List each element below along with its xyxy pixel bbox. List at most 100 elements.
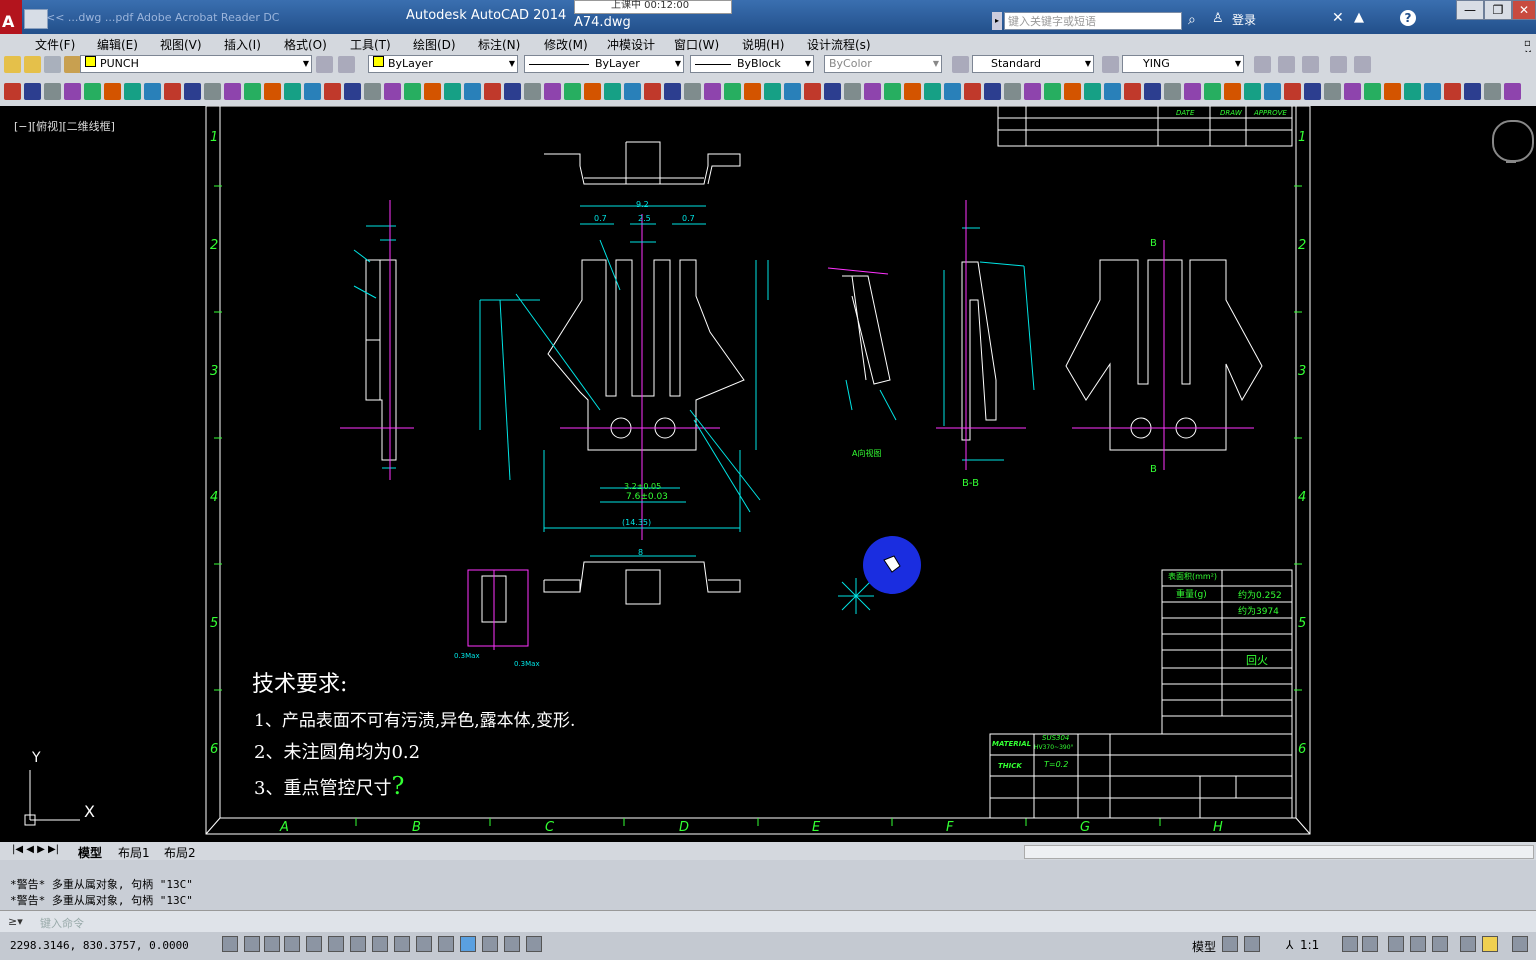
- quick-view-drawings-icon[interactable]: [1244, 936, 1260, 952]
- layer-previous-icon[interactable]: [338, 56, 355, 73]
- menu-window[interactable]: 窗口(W): [674, 36, 719, 53]
- snap-icon[interactable]: [244, 936, 260, 952]
- tab-model[interactable]: 模型: [78, 844, 102, 861]
- toolbar-tool-icon[interactable]: [1344, 83, 1361, 100]
- toolbar-tool-icon[interactable]: [364, 83, 381, 100]
- toolbar-tool-icon[interactable]: [904, 83, 921, 100]
- toolbar-tool-icon[interactable]: [204, 83, 221, 100]
- ducs-icon[interactable]: [394, 936, 410, 952]
- toolbar-tool-icon[interactable]: [684, 83, 701, 100]
- close-button[interactable]: ✕: [1512, 0, 1536, 20]
- otrack-icon[interactable]: [372, 936, 388, 952]
- auto-scale-icon[interactable]: [1362, 936, 1378, 952]
- lineweight-icon[interactable]: [438, 936, 454, 952]
- toolbar-tool-icon[interactable]: [144, 83, 161, 100]
- toolbar-tool-icon[interactable]: [664, 83, 681, 100]
- toolbar-tool-icon[interactable]: [804, 83, 821, 100]
- multileader-style-icon[interactable]: [1278, 56, 1295, 73]
- lineweight-dropdown[interactable]: ByBlock ▼: [690, 55, 814, 73]
- toolbar-tool-icon[interactable]: [1244, 83, 1261, 100]
- tab-nav-arrows-icon[interactable]: |◀ ◀ ▶ ▶|: [12, 844, 59, 855]
- dim-style-icon[interactable]: [1102, 56, 1119, 73]
- toolbar-tool-icon[interactable]: [624, 83, 641, 100]
- navbar-handle[interactable]: [1506, 160, 1516, 163]
- text-style-icon[interactable]: [952, 56, 969, 73]
- toolbar-tool-icon[interactable]: [1184, 83, 1201, 100]
- toolbar-tool-icon[interactable]: [544, 83, 561, 100]
- exchange-icon[interactable]: ✕: [1332, 10, 1344, 26]
- annotation-visibility-icon[interactable]: [1342, 936, 1358, 952]
- toolbar-tool-icon[interactable]: [64, 83, 81, 100]
- menu-modify[interactable]: 修改(M): [544, 36, 588, 53]
- toolbar-tool-icon[interactable]: [864, 83, 881, 100]
- quick-access-dropdown[interactable]: [24, 9, 48, 29]
- toolbar-tool-icon[interactable]: [1384, 83, 1401, 100]
- menu-draw[interactable]: 绘图(D): [413, 36, 456, 53]
- toolbar-tool-icon[interactable]: [1484, 83, 1501, 100]
- toolbar-tool-icon[interactable]: [604, 83, 621, 100]
- a360-icon[interactable]: ▲: [1354, 10, 1364, 25]
- toolbar-tool-icon[interactable]: [244, 83, 261, 100]
- lightbulb-status-icon[interactable]: [1482, 936, 1498, 952]
- toolbar-tool-icon[interactable]: [644, 83, 661, 100]
- search-input[interactable]: 键入关键字或短语: [1004, 12, 1182, 30]
- color-dropdown[interactable]: ByLayer ▼: [368, 55, 518, 73]
- dim-style-dropdown[interactable]: YING ▼: [1122, 55, 1244, 73]
- drawing-canvas[interactable]: [−][俯视][二维线框] A B C D E F G H 1 2 3 4 5 …: [0, 106, 1536, 842]
- hardware-acceleration-icon[interactable]: [1432, 936, 1448, 952]
- command-input[interactable]: ≥▾ 键入命令: [0, 910, 1536, 933]
- menu-tools[interactable]: 工具(T): [350, 36, 391, 53]
- isolate-objects-icon[interactable]: [1460, 936, 1476, 952]
- quick-properties-icon[interactable]: [482, 936, 498, 952]
- lightbulb-icon[interactable]: [4, 56, 21, 73]
- toolbar-tool-icon[interactable]: [764, 83, 781, 100]
- toolbar-tool-icon[interactable]: [1504, 83, 1521, 100]
- toolbar-tool-icon[interactable]: [1284, 83, 1301, 100]
- search-expand-icon[interactable]: ▸: [992, 12, 1002, 30]
- toolbar-tool-icon[interactable]: [104, 83, 121, 100]
- dyn-icon[interactable]: [416, 936, 432, 952]
- align-leader-icon[interactable]: [1330, 56, 1347, 73]
- toolbar-tool-icon[interactable]: [1364, 83, 1381, 100]
- toolbar-tool-icon[interactable]: [744, 83, 761, 100]
- multileader-icon[interactable]: [1302, 56, 1319, 73]
- toolbar-tool-icon[interactable]: [264, 83, 281, 100]
- toolbar-tool-icon[interactable]: [384, 83, 401, 100]
- toolbar-tool-icon[interactable]: [1404, 83, 1421, 100]
- menu-format[interactable]: 格式(O): [284, 36, 327, 53]
- toolbar-tool-icon[interactable]: [484, 83, 501, 100]
- clean-screen-icon[interactable]: [1512, 936, 1528, 952]
- freeze-icon[interactable]: [44, 56, 61, 73]
- toolbar-tool-icon[interactable]: [24, 83, 41, 100]
- restore-button[interactable]: ❐: [1484, 0, 1512, 20]
- toolbar-tool-icon[interactable]: [564, 83, 581, 100]
- toolbar-tool-icon[interactable]: [1204, 83, 1221, 100]
- menu-dimension[interactable]: 标注(N): [478, 36, 520, 53]
- toolbar-tool-icon[interactable]: [304, 83, 321, 100]
- toolbar-tool-icon[interactable]: [1104, 83, 1121, 100]
- osnap-icon[interactable]: [328, 936, 344, 952]
- menu-view[interactable]: 视图(V): [160, 36, 202, 53]
- toolbar-tool-icon[interactable]: [784, 83, 801, 100]
- workspace-switch-icon[interactable]: [1388, 936, 1404, 952]
- toolbar-tool-icon[interactable]: [1424, 83, 1441, 100]
- grid-icon[interactable]: [264, 936, 280, 952]
- menu-insert[interactable]: 插入(I): [224, 36, 261, 53]
- menu-die-design[interactable]: 冲模设计: [607, 36, 655, 53]
- toolbar-tool-icon[interactable]: [184, 83, 201, 100]
- selection-cycling-icon[interactable]: [504, 936, 520, 952]
- tab-layout1[interactable]: 布局1: [118, 844, 150, 861]
- toolbar-tool-icon[interactable]: [4, 83, 21, 100]
- help-icon[interactable]: ?: [1400, 10, 1416, 26]
- toolbar-tool-icon[interactable]: [1164, 83, 1181, 100]
- toolbar-tool-icon[interactable]: [1264, 83, 1281, 100]
- toolbar-tool-icon[interactable]: [344, 83, 361, 100]
- toolbar-tool-icon[interactable]: [1464, 83, 1481, 100]
- annotation-monitor-icon[interactable]: [526, 936, 542, 952]
- toolbar-tool-icon[interactable]: [724, 83, 741, 100]
- tab-layout2[interactable]: 布局2: [164, 844, 196, 861]
- toolbar-tool-icon[interactable]: [84, 83, 101, 100]
- toolbar-tool-icon[interactable]: [424, 83, 441, 100]
- toolbar-tool-icon[interactable]: [1044, 83, 1061, 100]
- toolbar-tool-icon[interactable]: [324, 83, 341, 100]
